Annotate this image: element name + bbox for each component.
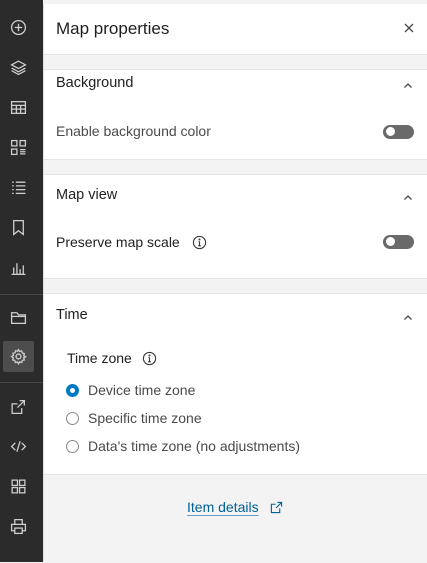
data-time-zone-option[interactable]: Data's time zone (no adjustments) xyxy=(66,436,300,456)
time-section-title: Time xyxy=(56,307,88,323)
radio-label: Specific time zone xyxy=(88,410,202,426)
map-view-section-header[interactable]: Map view xyxy=(44,176,427,214)
toolbar-divider xyxy=(0,294,43,295)
radio-label: Data's time zone (no adjustments) xyxy=(88,438,300,454)
table-icon xyxy=(10,101,27,114)
section-gap xyxy=(44,278,427,294)
code-icon xyxy=(10,441,27,452)
add-tool-button[interactable] xyxy=(3,12,34,43)
list-icon xyxy=(12,181,26,194)
share-tool-button[interactable] xyxy=(3,391,34,422)
apps-tool-button[interactable] xyxy=(3,471,34,502)
bookmark-tool-button[interactable] xyxy=(3,212,34,243)
radio-button[interactable] xyxy=(66,383,79,397)
chevron-up-icon xyxy=(403,190,413,200)
layers-tool-button[interactable] xyxy=(3,52,34,83)
gear-icon xyxy=(10,348,27,365)
legend-tool-button[interactable] xyxy=(3,132,34,163)
background-section-title: Background xyxy=(56,75,134,91)
time-zone-label: Time zone xyxy=(67,350,132,366)
bookmark-icon xyxy=(13,219,24,236)
specific-time-zone-option[interactable]: Specific time zone xyxy=(66,408,202,428)
enable-background-color-toggle[interactable] xyxy=(383,125,414,139)
table-tool-button[interactable] xyxy=(3,92,34,123)
embed-tool-button[interactable] xyxy=(3,431,34,462)
radio-button[interactable] xyxy=(66,411,79,425)
panel-title: Map properties xyxy=(56,19,170,38)
radio-button[interactable] xyxy=(66,439,79,453)
background-section-header[interactable]: Background xyxy=(44,64,427,102)
left-toolbar xyxy=(0,0,43,562)
time-section-header[interactable]: Time xyxy=(44,296,427,334)
panel-footer xyxy=(44,474,427,563)
device-time-zone-option[interactable]: Device time zone xyxy=(66,380,195,400)
preserve-map-scale-toggle[interactable] xyxy=(383,235,414,249)
layers-icon xyxy=(10,60,27,76)
info-icon[interactable] xyxy=(142,351,157,366)
preserve-map-scale-label: Preserve map scale xyxy=(56,234,180,250)
print-tool-button[interactable] xyxy=(3,511,34,542)
map-view-section-title: Map view xyxy=(56,187,118,203)
item-details-link[interactable]: Item details xyxy=(187,499,259,515)
section-gap xyxy=(44,159,427,175)
legend-icon xyxy=(10,139,27,156)
close-button[interactable] xyxy=(397,16,421,40)
folder-tool-button[interactable] xyxy=(3,302,34,333)
apps-icon xyxy=(11,479,26,494)
chevron-up-icon xyxy=(403,310,413,320)
chart-icon xyxy=(11,263,26,276)
settings-tool-button[interactable] xyxy=(3,341,34,372)
radio-label: Device time zone xyxy=(88,382,196,398)
map-properties-panel: Map properties Background Enable backgro… xyxy=(43,4,427,563)
toolbar-divider xyxy=(0,382,43,383)
add-icon xyxy=(10,19,27,36)
enable-background-color-label: Enable background color xyxy=(56,123,211,139)
folder-icon xyxy=(10,312,27,324)
launch-icon xyxy=(270,501,283,514)
chevron-up-icon xyxy=(403,78,413,88)
print-icon xyxy=(10,518,27,535)
chart-tool-button[interactable] xyxy=(3,252,34,283)
share-icon xyxy=(11,400,25,415)
info-icon[interactable] xyxy=(192,235,207,250)
close-icon xyxy=(404,23,414,33)
toggle-knob xyxy=(385,237,395,246)
panel-header: Map properties xyxy=(44,4,427,55)
list-tool-button[interactable] xyxy=(3,172,34,203)
toggle-knob xyxy=(385,127,395,136)
